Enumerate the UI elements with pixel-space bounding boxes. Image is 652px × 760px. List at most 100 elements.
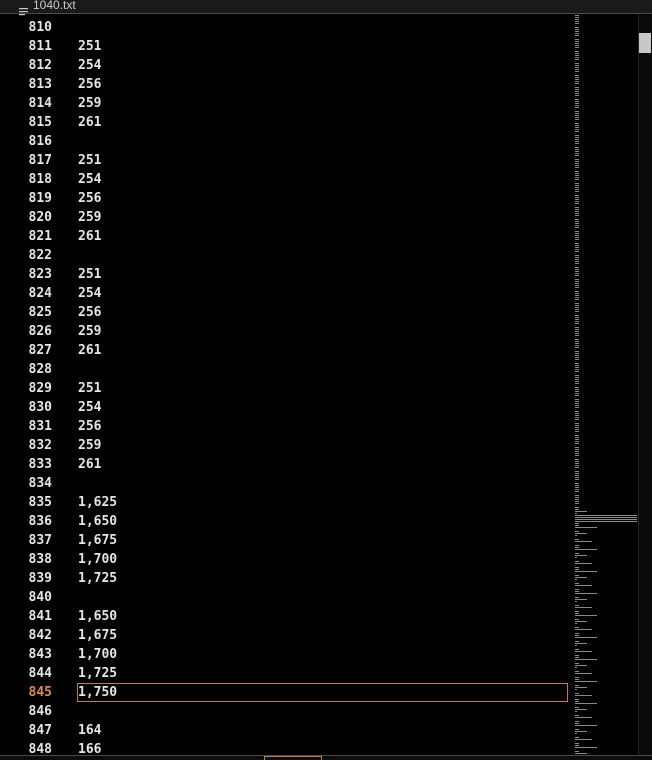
editor-line[interactable]: 834 (0, 474, 572, 493)
minimap-line (575, 525, 579, 526)
line-text[interactable]: 261 (78, 227, 101, 246)
editor-line[interactable]: 810 (0, 18, 572, 37)
editor-line[interactable]: 821 261 (0, 227, 572, 246)
editor-line[interactable]: 820 259 (0, 208, 572, 227)
minimap-line (575, 329, 579, 330)
minimap-line (575, 293, 579, 294)
line-text[interactable]: 254 (78, 284, 101, 303)
editor-line[interactable]: 841 1,650 (0, 607, 572, 626)
editor-line[interactable]: 824 254 (0, 284, 572, 303)
minimap-line (575, 245, 579, 246)
line-text[interactable]: 1,750 (78, 683, 117, 702)
editor-line[interactable]: 840 (0, 588, 572, 607)
editor-line[interactable]: 831 256 (0, 417, 572, 436)
line-text[interactable]: 261 (78, 113, 101, 132)
line-text[interactable]: 256 (78, 189, 101, 208)
line-text[interactable]: 1,675 (78, 626, 117, 645)
editor-line[interactable]: 829 251 (0, 379, 572, 398)
editor-line[interactable]: 811 251 (0, 37, 572, 56)
editor-line[interactable]: 823 251 (0, 265, 572, 284)
editor-line[interactable]: 830 254 (0, 398, 572, 417)
line-text[interactable]: 261 (78, 341, 101, 360)
minimap-line (575, 303, 579, 304)
editor-line[interactable]: 825 256 (0, 303, 572, 322)
editor-line[interactable]: 832 259 (0, 436, 572, 455)
minimap-line (575, 91, 579, 92)
line-text[interactable]: 164 (78, 721, 101, 740)
line-text[interactable]: 1,650 (78, 512, 117, 531)
line-text[interactable]: 1,650 (78, 607, 117, 626)
line-text[interactable]: 251 (78, 379, 101, 398)
minimap-line (575, 285, 579, 286)
minimap-line (575, 645, 577, 646)
vertical-scrollbar[interactable] (638, 15, 652, 755)
editor-line[interactable]: 836 1,650 (0, 512, 572, 531)
editor-line[interactable]: 833 261 (0, 455, 572, 474)
line-text[interactable]: 1,625 (78, 493, 117, 512)
horizontal-scrollbar-thumb[interactable] (264, 756, 322, 760)
text-editor[interactable]: 810 811 251 812 254 813 256 814 259 815 261 816 817 2… (0, 15, 572, 755)
minimap-line (575, 221, 579, 222)
editor-line[interactable]: 826 259 (0, 322, 572, 341)
minimap-line (575, 87, 579, 88)
editor-line[interactable]: 848 166 (0, 740, 572, 755)
editor-line[interactable]: 814 259 (0, 94, 572, 113)
line-text[interactable]: 1,725 (78, 569, 117, 588)
editor-line[interactable]: 819 256 (0, 189, 572, 208)
minimap-line (575, 125, 579, 126)
line-text[interactable]: 256 (78, 417, 101, 436)
line-text[interactable]: 259 (78, 436, 101, 455)
editor-line[interactable]: 846 (0, 702, 572, 721)
editor-line[interactable]: 839 1,725 (0, 569, 572, 588)
line-text[interactable]: 1,700 (78, 645, 117, 664)
minimap-line (575, 547, 579, 548)
minimap-line (575, 53, 579, 54)
line-text[interactable]: 1,700 (78, 550, 117, 569)
line-text[interactable]: 1,725 (78, 664, 117, 683)
editor-line[interactable]: 842 1,675 (0, 626, 572, 645)
editor-line[interactable]: 844 1,725 (0, 664, 572, 683)
line-text[interactable]: 259 (78, 322, 101, 341)
editor-line[interactable]: 818 254 (0, 170, 572, 189)
minimap-line (575, 723, 579, 724)
editor-line[interactable]: 817 251 (0, 151, 572, 170)
line-text[interactable]: 254 (78, 56, 101, 75)
editor-line[interactable]: 835 1,625 (0, 493, 572, 512)
line-text[interactable]: 254 (78, 398, 101, 417)
line-text[interactable]: 1,675 (78, 531, 117, 550)
line-text[interactable]: 251 (78, 151, 101, 170)
minimap-line (575, 473, 579, 474)
editor-line[interactable]: 816 (0, 132, 572, 151)
editor-line[interactable]: 813 256 (0, 75, 572, 94)
line-text[interactable]: 256 (78, 303, 101, 322)
minimap-line (575, 127, 579, 128)
line-text[interactable]: 251 (78, 37, 101, 56)
vertical-scrollbar-thumb[interactable] (639, 33, 651, 53)
editor-line[interactable]: 815 261 (0, 113, 572, 132)
tab-title[interactable]: 1040.txt (33, 0, 76, 12)
line-text[interactable]: 259 (78, 94, 101, 113)
minimap-line (575, 403, 579, 404)
minimap-line (575, 681, 597, 682)
editor-line[interactable]: 837 1,675 (0, 531, 572, 550)
minimap-line (575, 539, 579, 540)
line-text[interactable]: 261 (78, 455, 101, 474)
minimap[interactable] (572, 15, 638, 755)
editor-line[interactable]: 847 164 (0, 721, 572, 740)
editor-line[interactable]: 843 1,700 (0, 645, 572, 664)
line-text[interactable]: 256 (78, 75, 101, 94)
horizontal-scrollbar[interactable] (0, 755, 652, 760)
line-text[interactable]: 251 (78, 265, 101, 284)
minimap-line (575, 665, 587, 666)
line-text[interactable]: 259 (78, 208, 101, 227)
line-text[interactable]: 254 (78, 170, 101, 189)
line-text[interactable]: 166 (78, 740, 101, 755)
editor-line[interactable]: 845 1,750 (0, 683, 572, 702)
editor-line[interactable]: 838 1,700 (0, 550, 572, 569)
editor-line[interactable]: 827 261 (0, 341, 572, 360)
editor-line[interactable]: 822 (0, 246, 572, 265)
minimap-line (575, 659, 597, 660)
line-number: 822 (28, 248, 52, 263)
editor-line[interactable]: 828 (0, 360, 572, 379)
editor-line[interactable]: 812 254 (0, 56, 572, 75)
